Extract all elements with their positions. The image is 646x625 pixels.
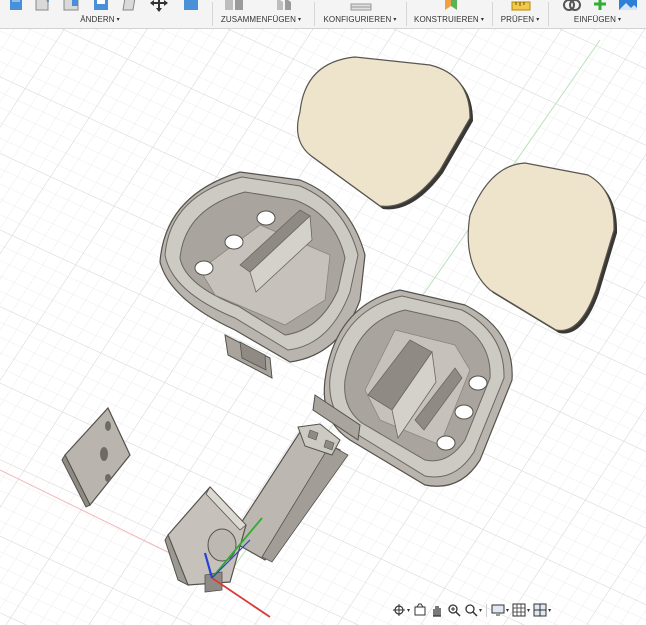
configure-menu[interactable]: KONFIGURIEREN ▾: [315, 15, 405, 24]
insert-canvas-icon[interactable]: [617, 0, 639, 12]
insert-mesh-icon[interactable]: [591, 0, 609, 12]
fillet-icon[interactable]: [34, 0, 50, 12]
pan-button[interactable]: [430, 602, 444, 618]
chevron-down-icon: ▾: [407, 607, 411, 614]
measure-icon[interactable]: [511, 0, 531, 12]
modify-group[interactable]: ÄNDERN ▾: [0, 0, 200, 28]
chevron-down-icon: ▾: [116, 17, 120, 23]
move-icon[interactable]: [150, 0, 168, 12]
modify-menu[interactable]: ÄNDERN ▾: [0, 15, 200, 24]
look-at-button[interactable]: [413, 602, 427, 618]
draft-icon[interactable]: [120, 0, 138, 12]
press-pull-icon[interactable]: [8, 0, 24, 12]
chevron-down-icon: ▾: [393, 17, 397, 23]
chevron-down-icon: ▾: [297, 17, 302, 23]
display-settings-button[interactable]: ▾: [491, 602, 509, 618]
chevron-down-icon: ▾: [548, 607, 552, 614]
zoom-button[interactable]: [447, 602, 461, 618]
offset-plane-icon[interactable]: [443, 0, 459, 12]
new-component-icon[interactable]: [223, 0, 245, 12]
configure-group[interactable]: KONFIGURIEREN ▾: [315, 0, 405, 28]
insert-group[interactable]: EINFÜGEN ▾: [549, 0, 646, 28]
chevron-down-icon: ▾: [618, 17, 622, 23]
assemble-group[interactable]: ZUSAMMENFÜGEN ▾: [213, 0, 309, 28]
pan-icon: [433, 606, 442, 617]
look-at-icon: [414, 603, 426, 616]
chevron-down-icon: ▾: [479, 607, 483, 614]
orbit-button[interactable]: ▾: [392, 602, 410, 618]
shell-icon[interactable]: [92, 0, 110, 12]
fit-icon: [465, 604, 478, 617]
navigation-bar: ▾ ▾ ▾ ▾ ▾: [392, 601, 562, 619]
construct-menu[interactable]: KONSTRUIEREN ▾: [407, 15, 491, 24]
chevron-down-icon: ▾: [527, 607, 531, 614]
orbit-icon: [393, 604, 405, 616]
inspect-group[interactable]: PRÜFEN ▾: [493, 0, 547, 28]
chevron-down-icon: ▾: [480, 17, 484, 23]
separator: [486, 603, 488, 617]
align-icon[interactable]: [182, 0, 200, 12]
display-settings-icon: [491, 604, 505, 616]
zoom-window-icon: [448, 604, 461, 617]
viewports-button[interactable]: ▾: [533, 602, 551, 618]
inspect-menu[interactable]: PRÜFEN ▾: [493, 15, 547, 24]
grid-settings-button[interactable]: ▾: [512, 602, 530, 618]
toolbar: ÄNDERN ▾ ZUSAMMENFÜGEN ▾ KONFIGURIEREN ▾ KO…: [0, 0, 646, 29]
viewports-icon: [533, 603, 547, 617]
chevron-down-icon: ▾: [536, 17, 540, 23]
joint-icon[interactable]: [273, 0, 295, 12]
chamfer-icon[interactable]: [62, 0, 80, 12]
insert-menu[interactable]: EINFÜGEN ▾: [549, 15, 646, 24]
grid-settings-icon: [512, 603, 526, 617]
3d-viewport[interactable]: [0, 29, 646, 625]
assemble-menu[interactable]: ZUSAMMENFÜGEN ▾: [213, 15, 309, 24]
chevron-down-icon: ▾: [506, 607, 510, 614]
configure-table-icon[interactable]: [349, 0, 375, 12]
construct-group[interactable]: KONSTRUIEREN ▾: [407, 0, 491, 28]
fit-button[interactable]: ▾: [464, 602, 482, 618]
insert-derive-icon[interactable]: [561, 0, 583, 12]
